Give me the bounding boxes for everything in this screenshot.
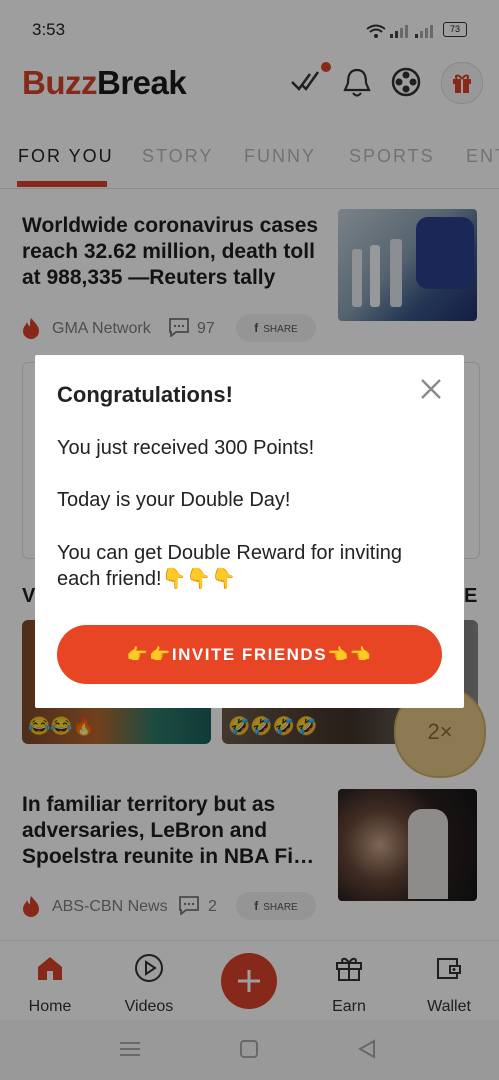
invite-friends-button[interactable]: 👉👉INVITE FRIENDS👈👈 [57, 625, 442, 684]
dialog-points-text: You just received 300 Points! [57, 437, 315, 459]
reward-dialog: Congratulations! You just received 300 P… [35, 355, 464, 708]
close-icon[interactable] [419, 377, 443, 401]
dialog-double-day-text: Today is your Double Day! [57, 489, 291, 511]
dialog-reward-text: You can get Double Reward for inviting e… [57, 542, 403, 590]
dialog-title: Congratulations! [57, 382, 233, 407]
